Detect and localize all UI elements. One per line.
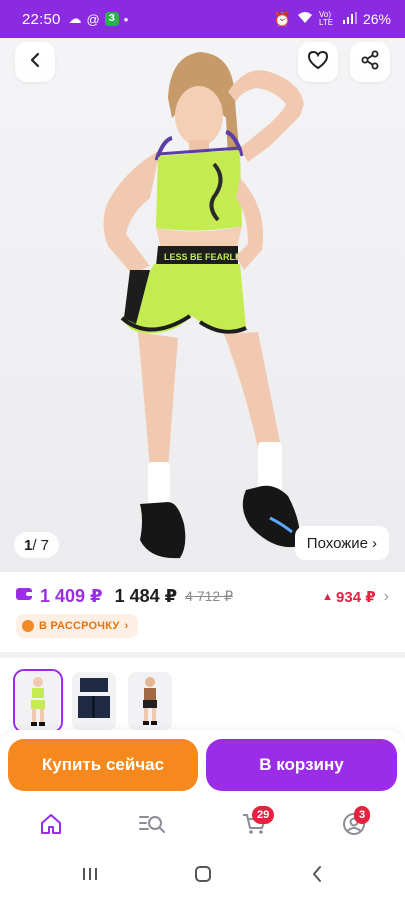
share-icon [360, 50, 380, 75]
alarm-icon: ⏰ [273, 10, 291, 27]
cloud-icon: ☁ [68, 11, 82, 26]
triangle-up-icon: ▲ [322, 590, 334, 603]
chevron-right-icon: › [372, 534, 377, 552]
nav-home[interactable] [37, 812, 65, 840]
installment-label: В РАССРОЧКУ [39, 620, 120, 632]
section-divider [0, 652, 405, 658]
back-button[interactable] [15, 42, 55, 82]
system-home-button[interactable] [193, 865, 213, 888]
at-icon: @ [86, 11, 100, 27]
system-nav [0, 852, 405, 900]
chevron-left-icon [310, 865, 324, 888]
recent-apps-icon [81, 866, 99, 887]
chevron-right-icon: › [124, 620, 129, 632]
action-bar: Купить сейчас В корзину [0, 730, 405, 800]
price-diff-value: 934 ₽ [336, 588, 376, 606]
notification-icons: ☁ @ З • [69, 11, 129, 27]
wallet-icon [16, 587, 40, 606]
lte-indicator: Vo) LTE [318, 10, 334, 27]
status-right: ⏰ Vo) LTE 26% [274, 11, 391, 28]
home-icon [39, 813, 63, 840]
installment-icon [22, 620, 34, 632]
buy-now-button[interactable]: Купить сейчас [8, 739, 198, 791]
product-gallery[interactable]: LESS BE FEARLESS 1 / 7 Похожие › [0, 38, 405, 573]
favorite-button[interactable] [298, 42, 338, 82]
photo-counter: 1 / 7 [14, 532, 60, 558]
recent-apps-button[interactable] [80, 866, 100, 886]
app-badge-icon: З [104, 12, 119, 26]
counter-current: 1 [24, 536, 33, 554]
heart-icon [307, 50, 329, 75]
product-photo: LESS BE FEARLESS [103, 52, 304, 559]
signal-icon [342, 11, 357, 27]
variant-thumb-navy[interactable] [72, 672, 116, 730]
system-back-button[interactable] [307, 865, 327, 888]
price-card: 1 409 ₽ 1 484 ₽ 4 712 ₽ ▲ 934 ₽ › В РАСС… [0, 572, 405, 652]
color-variants [0, 664, 405, 738]
profile-badge: 3 [354, 806, 371, 824]
wifi-icon [297, 11, 313, 27]
add-to-cart-button[interactable]: В корзину [206, 739, 397, 791]
nav-cart[interactable]: 29 [240, 806, 275, 840]
status-bar: 22:50 ☁ @ З • ⏰ Vo) LTE 26% [0, 0, 405, 38]
wallet-price: 1 409 ₽ [40, 586, 103, 606]
square-icon [194, 865, 212, 888]
catalog-search-icon [138, 813, 166, 840]
similar-label: Похожие [306, 534, 368, 552]
bottom-nav: 29 3 [0, 800, 405, 852]
installment-button[interactable]: В РАССРОЧКУ › [16, 614, 139, 638]
chevron-left-icon [28, 52, 42, 73]
old-price: 4 712 ₽ [185, 588, 233, 604]
cart-badge: 29 [252, 806, 275, 824]
share-button[interactable] [350, 42, 390, 82]
nav-profile[interactable]: 3 [340, 806, 371, 840]
price-diff: ▲ 934 ₽ [322, 588, 376, 606]
price-row[interactable]: 1 409 ₽ 1 484 ₽ 4 712 ₽ ▲ 934 ₽ › [16, 586, 389, 607]
similar-button[interactable]: Похожие › [294, 526, 389, 560]
dot-icon: • [123, 11, 129, 27]
battery-level: 26% [362, 11, 391, 27]
counter-total: / 7 [32, 536, 50, 554]
current-price: 1 484 ₽ [114, 586, 178, 606]
status-time: 22:50 [22, 10, 61, 28]
nav-catalog[interactable] [138, 812, 166, 840]
variant-thumb-green[interactable] [13, 669, 63, 733]
variant-thumb-brown[interactable] [128, 672, 172, 730]
chevron-right-icon: › [383, 587, 389, 605]
